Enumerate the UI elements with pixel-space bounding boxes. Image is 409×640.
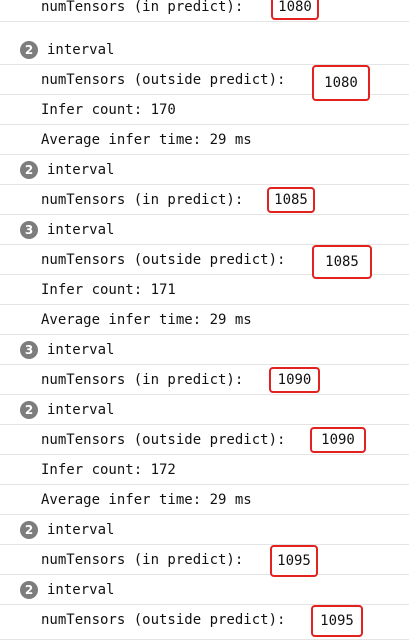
log-row-in-predict[interactable]: numTensors (in predict): 1085 — [0, 185, 409, 215]
log-row-average-time[interactable]: Average infer time: 29 ms — [0, 485, 409, 515]
repeat-count-badge: 2 — [20, 521, 38, 539]
log-row-infer-count[interactable]: Infer count: 172 — [0, 455, 409, 485]
repeat-count-badge: 3 — [20, 221, 38, 239]
log-text: numTensors (outside predict): — [41, 252, 286, 268]
console-log: numTensors (in predict): 1080 2 interval… — [0, 0, 409, 640]
group-label: interval — [47, 42, 115, 58]
log-text: numTensors (in predict): — [41, 192, 244, 208]
log-row-infer-count[interactable]: Infer count: 170 — [0, 95, 409, 125]
repeat-count-badge: 3 — [20, 341, 38, 359]
group-label: interval — [47, 402, 115, 418]
log-text: numTensors (in predict): — [41, 0, 244, 15]
highlighted-value: 1085 — [312, 245, 372, 279]
log-text: Average infer time: 29 ms — [41, 132, 252, 148]
repeat-count-badge: 2 — [20, 41, 38, 59]
log-text: Infer count: 172 — [41, 462, 176, 478]
log-text: Average infer time: 29 ms — [41, 312, 252, 328]
log-group-interval[interactable]: 2 interval — [0, 35, 409, 65]
log-group-interval[interactable]: 2 interval — [0, 395, 409, 425]
log-text: numTensors (outside predict): — [41, 612, 286, 628]
log-text: numTensors (in predict): — [41, 552, 244, 568]
log-row-outside-predict[interactable]: numTensors (outside predict): 1080 — [0, 65, 409, 101]
highlighted-value: 1090 — [310, 427, 366, 453]
log-group-interval[interactable]: 2 interval — [0, 515, 409, 545]
group-label: interval — [47, 342, 115, 358]
log-group-interval[interactable]: 3 interval — [0, 335, 409, 365]
highlighted-value: 1095 — [311, 605, 363, 637]
log-group-interval[interactable]: 2 interval — [0, 575, 409, 605]
highlighted-value: 1095 — [270, 545, 318, 577]
log-row-in-predict[interactable]: numTensors (in predict): 1090 — [0, 365, 409, 395]
log-row-outside-predict[interactable]: numTensors (outside predict): 1095 — [0, 605, 409, 640]
log-text: Infer count: 170 — [41, 102, 176, 118]
log-text: numTensors (in predict): — [41, 372, 244, 388]
repeat-count-badge: 2 — [20, 401, 38, 419]
log-row-outside-predict[interactable]: numTensors (outside predict): 1090 — [0, 425, 409, 455]
highlighted-value: 1085 — [267, 187, 315, 213]
group-label: interval — [47, 162, 115, 178]
log-text: Average infer time: 29 ms — [41, 492, 252, 508]
highlighted-value: 1090 — [269, 367, 320, 393]
log-text: numTensors (outside predict): — [41, 432, 286, 448]
group-label: interval — [47, 522, 115, 538]
log-text: numTensors (outside predict): — [41, 72, 286, 88]
group-label: interval — [47, 222, 115, 238]
highlighted-value: 1080 — [271, 0, 319, 20]
repeat-count-badge: 2 — [20, 581, 38, 599]
log-text: Infer count: 171 — [41, 282, 176, 298]
log-row-infer-count[interactable]: Infer count: 171 — [0, 275, 409, 305]
log-group-interval[interactable]: 3 interval — [0, 215, 409, 245]
group-label: interval — [47, 582, 115, 598]
log-row-average-time[interactable]: Average infer time: 29 ms — [0, 125, 409, 155]
log-row-in-predict[interactable]: numTensors (in predict): 1095 — [0, 545, 409, 577]
log-group-interval[interactable]: 2 interval — [0, 155, 409, 185]
log-row-in-predict[interactable]: numTensors (in predict): 1080 — [0, 0, 409, 22]
repeat-count-badge: 2 — [20, 161, 38, 179]
log-row-outside-predict[interactable]: numTensors (outside predict): 1085 — [0, 245, 409, 279]
log-row-average-time[interactable]: Average infer time: 29 ms — [0, 305, 409, 335]
